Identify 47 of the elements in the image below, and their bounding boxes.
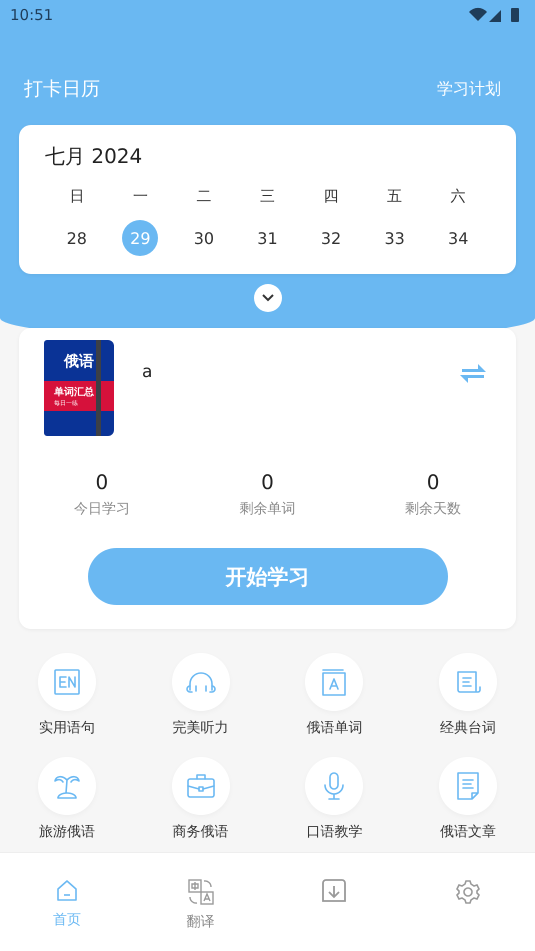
tab-label: 翻译 xyxy=(186,913,215,931)
weekday-label: 三 xyxy=(260,186,275,207)
feature-label[interactable]: 实用语句 xyxy=(38,719,95,737)
feature-label[interactable]: 口语教学 xyxy=(306,823,362,841)
month-title: 七月 2024 xyxy=(44,143,144,170)
feature-label[interactable]: 经典台词 xyxy=(440,719,496,737)
feature-label[interactable]: 旅游俄语 xyxy=(38,823,95,841)
book-name: a xyxy=(142,362,154,382)
weekday-label: 日 xyxy=(69,186,84,207)
settings-icon xyxy=(455,879,482,905)
status-time: 10:51 xyxy=(10,6,54,24)
chevron-icon xyxy=(260,293,274,303)
calendar-day[interactable]: 33 xyxy=(376,220,413,256)
tab-item[interactable]: 翻译 xyxy=(134,853,268,951)
stat-value: 0 xyxy=(261,470,274,494)
stat-value: 0 xyxy=(426,470,440,494)
download-icon xyxy=(321,879,348,903)
feature-label[interactable]: 完美听力 xyxy=(172,719,229,737)
translate-icon xyxy=(188,879,214,905)
weekday-label: 二 xyxy=(196,186,212,207)
weekday-label: 六 xyxy=(450,186,466,207)
cover-title: 俄语 xyxy=(64,352,94,371)
en-icon xyxy=(52,668,81,696)
briefcase-icon xyxy=(186,773,216,799)
tab-label: 首页 xyxy=(52,911,81,929)
stat-value: 0 xyxy=(95,470,108,494)
stat-label: 剩余天数 xyxy=(405,500,462,518)
calendar-day[interactable]: 34 xyxy=(440,220,476,256)
calendar-day[interactable]: 28 xyxy=(58,220,95,256)
home-icon xyxy=(54,879,79,903)
calendar-day[interactable]: 32 xyxy=(313,220,350,256)
feature-label[interactable]: 俄语单词 xyxy=(306,719,362,737)
book-icon xyxy=(321,667,348,697)
scroll-icon xyxy=(454,668,482,696)
weekday-label: 一 xyxy=(132,186,148,207)
feature-label[interactable]: 俄语文章 xyxy=(440,823,496,841)
document-icon xyxy=(456,771,480,801)
calendar-day[interactable]: 30 xyxy=(186,220,222,256)
cover-band-title: 单词汇总 xyxy=(54,386,95,398)
feature-label[interactable]: 商务俄语 xyxy=(172,823,229,841)
calendar-day[interactable]: 31 xyxy=(249,220,286,256)
stat-label: 剩余单词 xyxy=(239,500,296,518)
stat-label: 今日学习 xyxy=(74,500,130,518)
weekday-label: 四 xyxy=(324,186,339,207)
weekday-label: 五 xyxy=(387,186,402,207)
expand-button[interactable] xyxy=(254,284,282,312)
header-title: 打卡日历 xyxy=(24,77,100,102)
